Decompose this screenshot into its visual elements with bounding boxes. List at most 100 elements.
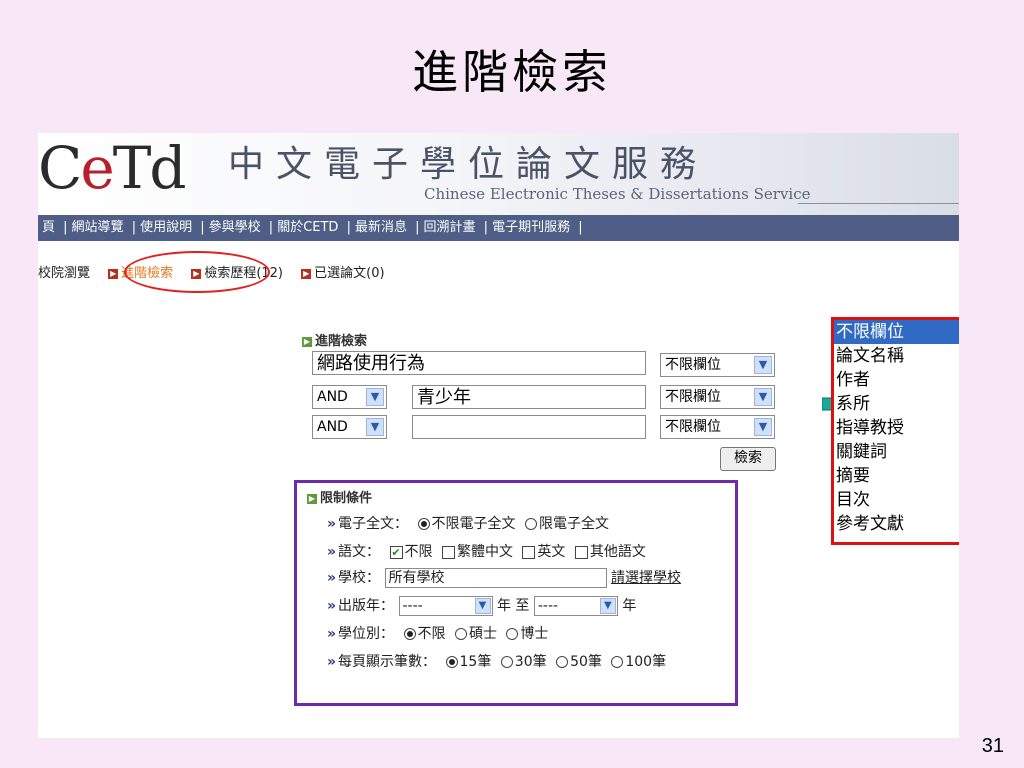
degree-radio-any[interactable]	[403, 628, 416, 640]
limits-heading-label: 限制條件	[320, 491, 373, 506]
degree-radio-master[interactable]	[454, 628, 467, 640]
nav-separator: |	[578, 220, 583, 235]
double-chevron-icon: »	[327, 570, 337, 586]
chevron-down-icon: ▼	[754, 388, 772, 406]
field-dropdown-list: 不限欄位 論文名稱 作者 系所 指導教授 關鍵詞 摘要 目次 參考文獻	[831, 317, 959, 545]
dropdown-option[interactable]: 摘要	[834, 464, 959, 488]
language-check-zh[interactable]	[441, 545, 455, 559]
bullet-icon: ▶	[108, 268, 119, 279]
perpage-row: » 每頁顯示筆數： 15筆 30筆 50筆 100筆	[327, 651, 666, 671]
language-option-zh: 繁體中文	[456, 544, 513, 560]
year-to-select[interactable]: ---- ▼	[533, 596, 618, 616]
fulltext-radio-only[interactable]	[524, 518, 537, 530]
double-chevron-icon: »	[327, 626, 337, 642]
perpage-label: 每頁顯示筆數：	[338, 654, 437, 670]
nav-separator: |	[483, 220, 489, 235]
field-select-1[interactable]: 不限欄位 ▼	[660, 353, 775, 377]
school-input[interactable]: 所有學校	[384, 568, 607, 588]
nav-item-ejournal[interactable]: 電子期刊服務	[492, 220, 570, 235]
field-select-3-value: 不限欄位	[665, 419, 721, 435]
nav-separator: |	[63, 220, 68, 235]
year-from-select[interactable]: ---- ▼	[398, 596, 493, 616]
subnav-selected[interactable]: ▶ 已選論文(0)	[301, 266, 385, 281]
bullet-icon: ▶	[307, 493, 317, 504]
perpage-option-50: 50筆	[570, 654, 602, 670]
chevron-down-icon: ▼	[366, 418, 384, 436]
field-select-2[interactable]: 不限欄位 ▼	[660, 385, 775, 409]
nav-separator: |	[346, 220, 351, 235]
language-check-other[interactable]	[574, 545, 588, 559]
nav-separator: |	[200, 220, 205, 235]
year-suffix: 年	[622, 598, 637, 614]
chevron-down-icon: ▼	[754, 356, 772, 374]
year-to-value: ----	[537, 598, 559, 614]
nav-item-schools[interactable]: 參與學校	[209, 220, 261, 235]
logo-rest: Td	[112, 134, 187, 202]
field-select-2-value: 不限欄位	[665, 389, 721, 405]
main-navbar: 頁 | 網站導覽 | 使用說明 | 參與學校 | 關於CETD | 最新消息 | 回溯計畫 …	[38, 215, 959, 241]
banner-line	[798, 203, 959, 204]
school-label: 學校：	[338, 570, 381, 586]
dropdown-option[interactable]: 目次	[834, 488, 959, 512]
double-chevron-icon: »	[327, 544, 337, 560]
degree-radio-phd[interactable]	[506, 628, 519, 640]
search-term-3[interactable]	[412, 415, 646, 439]
search-term-2[interactable]: 青少年	[412, 385, 646, 409]
degree-option-master: 碩士	[468, 626, 497, 642]
dropdown-option[interactable]: 關鍵詞	[834, 440, 959, 464]
double-chevron-icon: »	[327, 654, 337, 670]
language-check-en[interactable]	[522, 545, 536, 559]
perpage-option-100: 100筆	[625, 654, 667, 670]
field-select-3[interactable]: 不限欄位 ▼	[660, 415, 775, 439]
choose-school-link[interactable]: 請選擇學校	[611, 570, 681, 586]
page-number: 31	[981, 735, 1004, 757]
bullet-icon: ▶	[301, 268, 312, 279]
dropdown-option[interactable]: 指導教授	[834, 416, 959, 440]
chevron-down-icon: ▼	[366, 388, 384, 406]
nav-item-about[interactable]: 關於CETD	[277, 220, 338, 235]
site-banner: CeTd 中文電子學位論文服務 Chinese Electronic These…	[38, 133, 959, 215]
limits-panel: ▶ 限制條件 » 電子全文： 不限電子全文 限電子全文 » 語文： ✔ 不限 繁體中文 …	[294, 480, 738, 706]
bullet-icon: ▶	[302, 336, 312, 347]
dropdown-option[interactable]: 參考文獻	[834, 512, 959, 536]
language-option-any: 不限	[404, 544, 433, 560]
fulltext-radio-any[interactable]	[417, 518, 430, 530]
perpage-radio-100[interactable]	[611, 656, 624, 668]
op-select-2[interactable]: AND ▼	[312, 385, 387, 409]
language-option-other: 其他語文	[589, 544, 646, 560]
degree-row: » 學位別： 不限 碩士 博士	[327, 623, 548, 643]
search-term-1[interactable]: 網路使用行為	[312, 351, 646, 375]
site-subtitle: Chinese Electronic Theses & Dissertation…	[424, 185, 811, 203]
dropdown-option[interactable]: 不限欄位	[834, 320, 959, 344]
degree-label: 學位別：	[338, 626, 395, 642]
perpage-radio-50[interactable]	[556, 656, 569, 668]
language-label: 語文：	[338, 544, 381, 560]
subnav-browse[interactable]: 校院瀏覽	[38, 266, 90, 281]
dropdown-option[interactable]: 系所	[834, 392, 959, 416]
slide-title: 進階檢索	[412, 45, 612, 99]
perpage-radio-30[interactable]	[500, 656, 513, 668]
nav-item-news[interactable]: 最新消息	[355, 220, 407, 235]
nav-item-retro[interactable]: 回溯計畫	[424, 220, 476, 235]
search-button[interactable]: 檢索	[720, 447, 776, 471]
language-row: » 語文： ✔ 不限 繁體中文 英文 其他語文	[327, 541, 646, 561]
nav-separator: |	[415, 220, 420, 235]
op-select-3[interactable]: AND ▼	[312, 415, 387, 439]
perpage-option-30: 30筆	[514, 654, 547, 670]
perpage-radio-15[interactable]	[445, 656, 458, 668]
op-select-3-value: AND	[317, 419, 348, 435]
nav-item-sitemap[interactable]: 網站導覽	[72, 220, 124, 235]
nav-item-help[interactable]: 使用說明	[140, 220, 192, 235]
double-chevron-icon: »	[327, 598, 337, 614]
nav-item-home[interactable]: 頁	[42, 220, 55, 235]
chevron-down-icon: ▼	[599, 598, 616, 614]
site-title: 中文電子學位論文服務	[228, 144, 709, 185]
cetd-logo: CeTd	[38, 133, 187, 203]
language-check-any[interactable]: ✔	[389, 545, 403, 559]
limits-heading: ▶ 限制條件	[307, 487, 372, 506]
fulltext-option-only: 限電子全文	[538, 516, 609, 532]
logo-e: e	[80, 134, 114, 202]
dropdown-option[interactable]: 作者	[834, 368, 959, 392]
year-from-value: ----	[402, 598, 423, 614]
dropdown-option[interactable]: 論文名稱	[834, 344, 959, 368]
